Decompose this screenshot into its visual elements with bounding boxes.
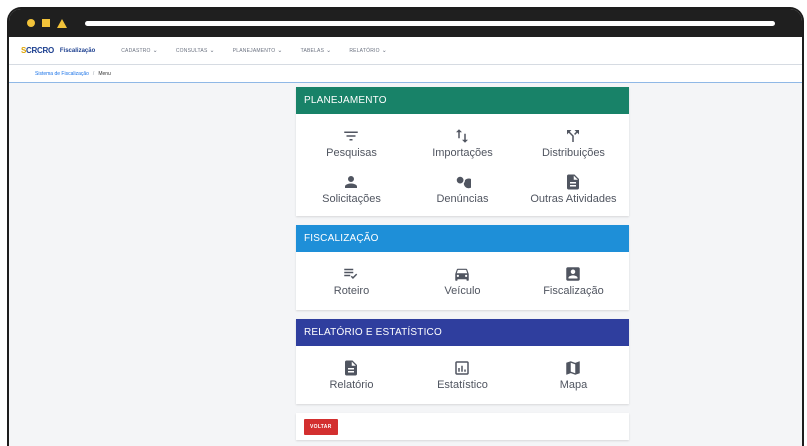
chevron-down-icon: ⌄	[209, 48, 215, 54]
tile-label: Distribuições	[541, 146, 605, 159]
top-navbar: SCRCRO Fiscalização CADASTRO ⌄ CONSULTAS ⌄…	[9, 37, 802, 65]
sort-arrows-icon	[456, 128, 469, 143]
account-box-icon	[566, 266, 581, 281]
address-bar[interactable]	[85, 20, 775, 26]
section-fiscalizacao: FISCALIZAÇÃO Roteiro Veículo Fiscalizaçã…	[296, 225, 629, 310]
menu-tile-importacoes[interactable]: Importações	[407, 120, 518, 165]
menu-content: PLANEJAMENTO Pesquisas Importações Distr…	[296, 87, 629, 440]
tile-label: Mapa	[559, 378, 588, 391]
section-header-planejamento: PLANEJAMENTO	[296, 87, 629, 114]
menu-tile-outras-atividades[interactable]: Outras Atividades	[518, 166, 629, 211]
app-logo[interactable]: SCRCRO Fiscalização	[21, 46, 95, 55]
menu-tile-relatorio[interactable]: Relatório	[296, 352, 407, 397]
nav-cadastro[interactable]: CADASTRO ⌄	[121, 47, 158, 55]
window-titlebar	[9, 9, 802, 37]
nav-relatorio[interactable]: RELATÓRIO ⌄	[349, 47, 387, 55]
breadcrumb-current: Menu	[98, 70, 111, 77]
map-icon	[566, 360, 581, 375]
menu-tile-pesquisas[interactable]: Pesquisas	[296, 120, 407, 165]
nav-tabelas[interactable]: TABELAS ⌄	[301, 47, 332, 55]
window-circle-icon	[27, 19, 35, 27]
breadcrumb-separator: /	[92, 70, 95, 77]
nav-planejamento[interactable]: PLANEJAMENTO ⌄	[233, 47, 283, 55]
menu-tile-veiculo[interactable]: Veículo	[407, 258, 518, 303]
menu-tile-solicitacoes[interactable]: Solicitações	[296, 166, 407, 211]
call-split-icon	[567, 129, 580, 142]
document-icon	[567, 174, 580, 189]
menu-tile-roteiro[interactable]: Roteiro	[296, 258, 407, 303]
section-title: PLANEJAMENTO	[304, 95, 387, 106]
chevron-down-icon: ⌄	[381, 48, 387, 54]
chevron-down-icon: ⌄	[326, 48, 332, 54]
tile-label: Solicitações	[322, 192, 381, 205]
person-icon	[345, 175, 358, 188]
chevron-down-icon: ⌄	[152, 48, 158, 54]
back-button[interactable]: VOLTAR	[304, 418, 338, 435]
checklist-icon	[344, 268, 358, 279]
tile-label: Roteiro	[333, 284, 370, 297]
window-square-icon	[42, 19, 50, 27]
tile-label: Pesquisas	[326, 146, 377, 159]
bar-chart-icon	[455, 360, 470, 375]
browser-frame: SCRCRO Fiscalização CADASTRO ⌄ CONSULTAS ⌄…	[7, 7, 804, 446]
tile-label: Estatístico	[437, 378, 488, 391]
section-relatorio: RELATÓRIO E ESTATÍSTICO Relatório Estatí…	[296, 319, 629, 404]
breadcrumb: Sistema de Fiscalização / Menu	[9, 65, 802, 83]
filter-icon	[344, 131, 359, 140]
section-header-fiscalizacao: FISCALIZAÇÃO	[296, 225, 629, 252]
logo-mark: SCRCRO	[21, 46, 54, 55]
nav-consultas[interactable]: CONSULTAS ⌄	[176, 47, 215, 55]
search-icon	[457, 176, 472, 188]
section-title: FISCALIZAÇÃO	[304, 233, 379, 244]
window-triangle-icon	[57, 18, 67, 28]
menu-tile-distribuicoes[interactable]: Distribuições	[518, 120, 629, 165]
tile-label: Outras Atividades	[530, 192, 617, 205]
menu-tile-mapa[interactable]: Mapa	[518, 352, 629, 397]
section-planejamento: PLANEJAMENTO Pesquisas Importações Distr…	[296, 87, 629, 216]
menu-tile-estatistico[interactable]: Estatístico	[407, 352, 518, 397]
car-icon	[455, 268, 470, 281]
breadcrumb-root-link[interactable]: Sistema de Fiscalização	[35, 71, 89, 77]
tile-label: Fiscalização	[543, 284, 604, 297]
document-icon	[345, 360, 358, 375]
menu-tile-fiscalizacao[interactable]: Fiscalização	[518, 258, 629, 303]
chevron-down-icon: ⌄	[277, 48, 283, 54]
tile-label: Importações	[432, 146, 493, 159]
app-name: Fiscalização	[59, 47, 96, 54]
tile-label: Veículo	[444, 284, 481, 297]
menu-tile-denuncias[interactable]: Denúncias	[407, 166, 518, 211]
section-title: RELATÓRIO E ESTATÍSTICO	[304, 327, 442, 338]
section-header-relatorio: RELATÓRIO E ESTATÍSTICO	[296, 319, 629, 346]
footer-actions: VOLTAR	[296, 413, 629, 440]
tile-label: Denúncias	[436, 192, 489, 205]
tile-label: Relatório	[329, 378, 374, 391]
